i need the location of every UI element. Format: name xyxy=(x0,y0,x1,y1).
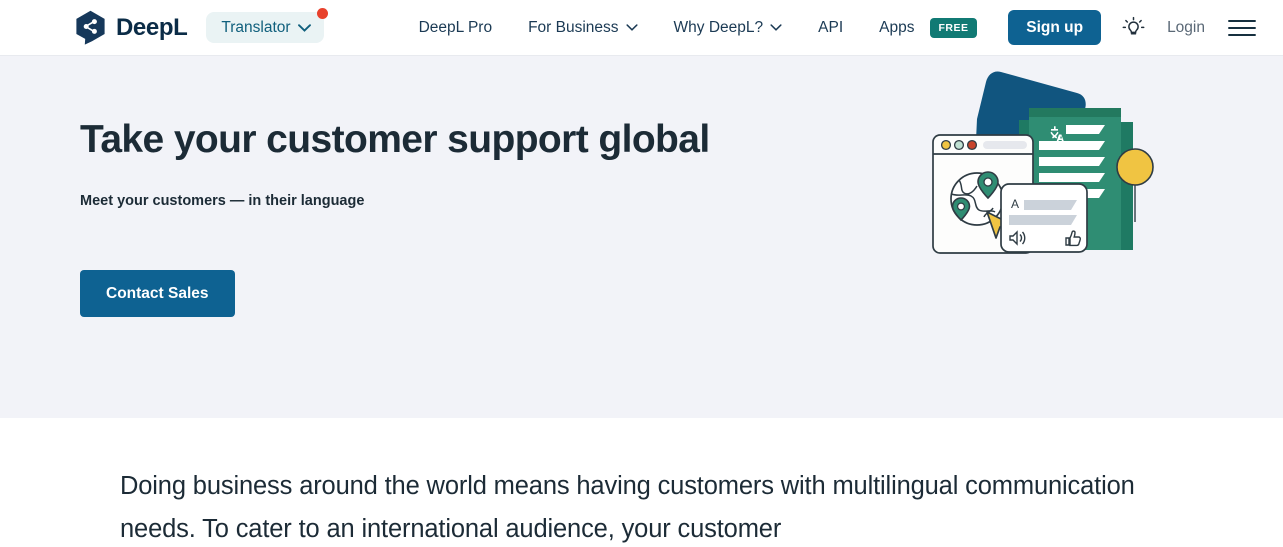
chevron-down-icon xyxy=(297,23,311,32)
nav-item-for-business[interactable]: For Business xyxy=(510,19,655,37)
hamburger-menu-icon[interactable] xyxy=(1227,18,1257,38)
nav-item-apps[interactable]: Apps FREE xyxy=(861,17,994,38)
product-switcher-translator[interactable]: Translator xyxy=(206,7,328,44)
notification-dot-icon xyxy=(316,7,328,19)
nav-label: DeepL Pro xyxy=(418,18,493,36)
signup-button[interactable]: Sign up xyxy=(1008,9,1102,46)
header-actions: Sign up Login xyxy=(1008,8,1257,48)
chevron-down-icon xyxy=(625,24,638,31)
brand-logo[interactable]: DeepL xyxy=(74,10,188,45)
main-navigation: DeepL Pro For Business Why DeepL? API Ap… xyxy=(401,17,995,38)
hero-section: Take your customer support global Meet y… xyxy=(0,56,1283,418)
nav-item-deepl-pro[interactable]: DeepL Pro xyxy=(401,19,511,37)
site-header: DeepL Translator DeepL Pro For Business … xyxy=(0,0,1283,56)
lightbulb-icon xyxy=(1122,16,1145,35)
brand-name: DeepL xyxy=(116,13,188,41)
login-link[interactable]: Login xyxy=(1153,19,1219,37)
intro-content-section: Doing business around the world means ha… xyxy=(0,418,1283,547)
deepl-logo-icon xyxy=(76,10,105,45)
nav-item-why-deepl[interactable]: Why DeepL? xyxy=(656,19,801,37)
nav-label: Why DeepL? xyxy=(673,18,764,36)
contact-sales-button[interactable]: Contact Sales xyxy=(80,269,235,318)
nav-label: API xyxy=(818,18,844,36)
intro-paragraph: Doing business around the world means ha… xyxy=(120,472,1135,544)
chevron-down-icon xyxy=(770,24,782,31)
nav-label: For Business xyxy=(528,18,619,36)
customer-support-globalization-illustration: A xyxy=(932,71,1154,254)
svg-text:A: A xyxy=(1011,197,1019,211)
nav-label: Apps xyxy=(879,18,915,36)
theme-toggle-button[interactable] xyxy=(1113,8,1153,48)
free-badge: FREE xyxy=(930,17,977,38)
product-switcher-label: Translator xyxy=(221,18,291,36)
nav-item-api[interactable]: API xyxy=(800,19,861,37)
